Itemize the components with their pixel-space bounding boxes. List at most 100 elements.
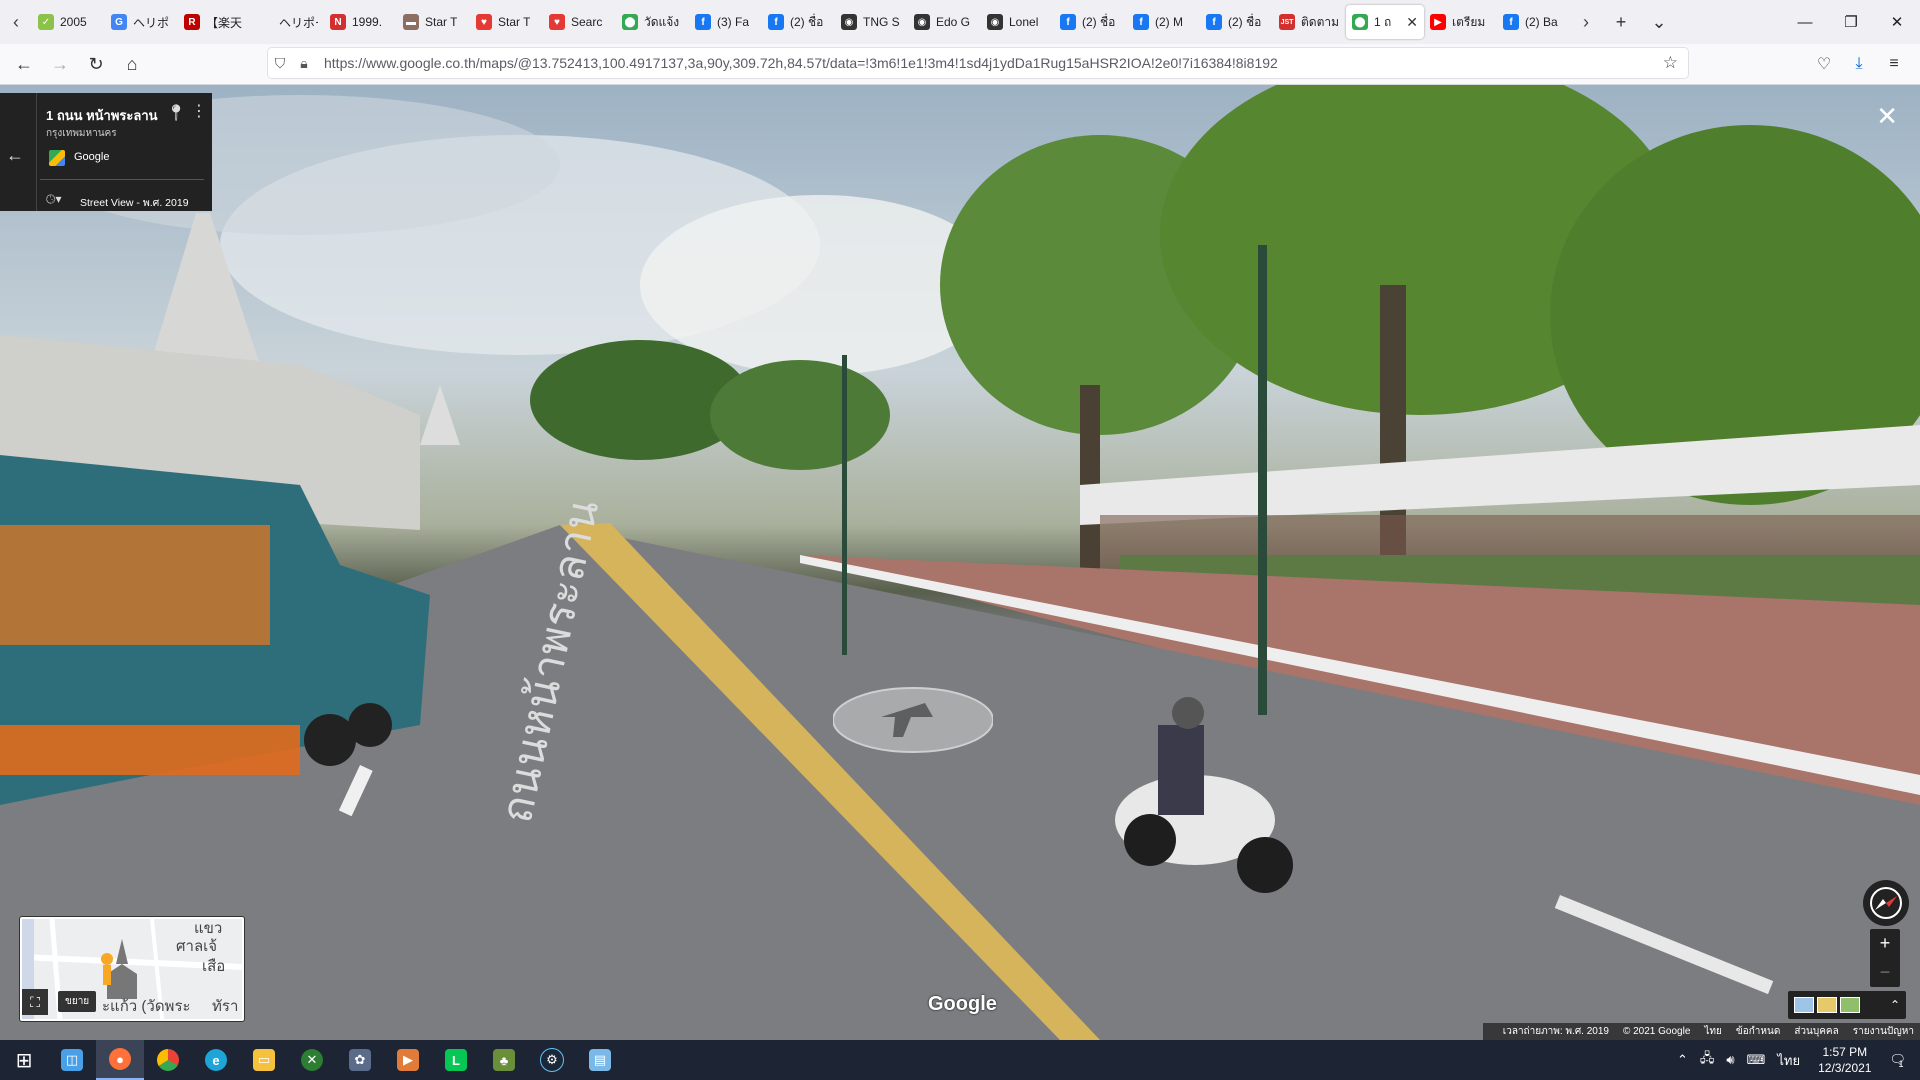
taskbar-app-notes[interactable]: ▤ <box>576 1040 624 1080</box>
time-history-icon[interactable]: 🕓︎▾ <box>46 192 62 207</box>
layer-thumbnail[interactable] <box>1817 997 1837 1013</box>
back-button[interactable]: ← <box>6 48 42 80</box>
tracking-shield-icon[interactable]: ⛉ <box>268 55 292 72</box>
browser-tab[interactable]: f (3) Fa <box>689 5 762 39</box>
restore-icon: ❐ <box>1844 14 1858 31</box>
list-all-tabs-button[interactable]: ⌄ <box>1640 0 1678 44</box>
forward-button[interactable]: → <box>42 48 78 80</box>
street-view-panorama[interactable]: ถนนหน้าพระลาน ← 1 ถนน หน้าพระลาน กรุงเทพ… <box>0 85 1920 1040</box>
privacy-link[interactable]: ส่วนบุคคล <box>1794 1024 1838 1039</box>
more-options-icon[interactable]: ⋮ <box>191 101 207 121</box>
restore-window-button[interactable]: ❐ <box>1828 0 1874 44</box>
tab-scroll-left-button[interactable]: ‹ <box>0 0 32 44</box>
browser-tab[interactable]: JST ติดตาม <box>1273 5 1346 39</box>
browser-tab[interactable]: ◉ Edo G <box>908 5 981 39</box>
tab-title: ヘリポー <box>279 15 318 30</box>
browser-tab[interactable]: ▬ Star T <box>397 5 470 39</box>
input-language[interactable]: ไทย <box>1777 1050 1800 1071</box>
taskbar-app-cortana[interactable]: ◫ <box>48 1040 96 1080</box>
url-text[interactable]: https://www.google.co.th/maps/@13.752413… <box>324 55 1278 71</box>
line-icon: L <box>445 1049 467 1071</box>
tab-title: Edo G <box>936 15 971 29</box>
taskbar-app-mahjong[interactable]: ✿ <box>336 1040 384 1080</box>
zoom-in-button[interactable]: + <box>1870 929 1900 958</box>
browser-tab[interactable]: f (2) ชื่อ <box>762 5 835 39</box>
app-menu-button[interactable]: ≡ <box>1878 48 1910 80</box>
overview-minimap[interactable]: แขว ศาลเจ้ เสือ ะแก้ว (วัดพระ ทัรา ⛶ ขยา… <box>20 917 244 1021</box>
minimize-window-button[interactable]: — <box>1782 0 1828 44</box>
browser-tab[interactable]: ▶ เตรียม <box>1424 5 1497 39</box>
map-pin-icon[interactable]: 📍︎ <box>166 103 186 123</box>
layers-switcher[interactable]: ⌃ <box>1788 991 1906 1019</box>
close-street-view-button[interactable]: ✕ <box>1876 101 1898 132</box>
tab-favicon-icon: ♥ <box>549 14 565 30</box>
browser-tab[interactable]: f (2) ชื่อ <box>1200 5 1273 39</box>
network-icon[interactable]: 🖧︎ <box>1700 1049 1715 1071</box>
taskbar-app-media[interactable]: ▶ <box>384 1040 432 1080</box>
keyboard-icon[interactable]: ⌨ <box>1747 1052 1766 1068</box>
browser-tab[interactable]: f (2) Ba <box>1497 5 1570 39</box>
browser-tab[interactable]: ◉ TNG S <box>835 5 908 39</box>
taskbar-app-edge[interactable]: e <box>192 1040 240 1080</box>
tab-list: ✓ 2005 G ヘリポ R 【楽天 ヘリポー N 1999. ▬ Star T ♥ Star T ♥ Se… <box>32 0 1570 44</box>
close-tab-icon[interactable]: ✕ <box>1406 14 1418 31</box>
compass-button[interactable] <box>1863 880 1909 926</box>
reload-button[interactable]: ↻ <box>78 48 114 80</box>
edge-icon: e <box>205 1049 227 1071</box>
browser-tab[interactable]: ◉ Lonel <box>981 5 1054 39</box>
plus-icon: + <box>1879 933 1891 953</box>
minimize-icon: — <box>1797 13 1813 31</box>
browser-tab[interactable]: N 1999. <box>324 5 397 39</box>
reload-icon: ↻ <box>88 53 104 74</box>
taskbar-app-steam[interactable]: ⚙ <box>528 1040 576 1080</box>
browser-tab[interactable]: ヘリポー <box>251 5 324 39</box>
language-link[interactable]: ไทย <box>1704 1024 1721 1039</box>
taskbar-app-explorer[interactable]: ▭ <box>240 1040 288 1080</box>
chevron-up-icon[interactable]: ⌃ <box>1890 998 1900 1012</box>
downloads-button[interactable]: ⤓ <box>1843 48 1875 80</box>
navigation-arrow[interactable] <box>833 687 993 753</box>
back-to-map-icon[interactable]: ← <box>6 145 24 166</box>
taskbar-app-xbox[interactable]: ✕ <box>288 1040 336 1080</box>
url-bar[interactable]: ⛉ 🔒︎ https://www.google.co.th/maps/@13.7… <box>268 48 1688 78</box>
tab-scroll-right-button[interactable]: › <box>1570 0 1602 44</box>
browser-tab[interactable]: ♥ Star T <box>470 5 543 39</box>
zoom-out-button[interactable]: − <box>1870 958 1900 987</box>
browser-tab[interactable]: ⬤ 1 ถ ✕ <box>1346 5 1424 39</box>
tab-title: (2) Ba <box>1525 15 1558 29</box>
terms-link[interactable]: ข้อกำหนด <box>1736 1024 1780 1039</box>
taskbar-app-chrome[interactable] <box>144 1040 192 1080</box>
imagery-provider[interactable]: Google <box>74 151 109 163</box>
new-tab-button[interactable]: + <box>1602 0 1640 44</box>
show-hidden-icons-button[interactable]: ⌃ <box>1677 1052 1688 1068</box>
notification-center-button[interactable]: 🗨︎ 1 <box>1889 1052 1906 1069</box>
close-window-button[interactable]: ✕ <box>1874 0 1920 44</box>
layer-thumbnail[interactable] <box>1794 997 1814 1013</box>
browser-tab[interactable]: ♥ Searc <box>543 5 616 39</box>
chrome-icon <box>157 1049 179 1071</box>
lock-icon[interactable]: 🔒︎ <box>292 55 316 72</box>
start-button[interactable]: ⊞ <box>0 1040 48 1080</box>
browser-tab[interactable]: G ヘリポ <box>105 5 178 39</box>
taskbar-app-firefox[interactable]: ● <box>96 1040 144 1080</box>
browser-tab[interactable]: ✓ 2005 <box>32 5 105 39</box>
close-icon: ✕ <box>1890 14 1904 31</box>
report-problem-link[interactable]: รายงานปัญหา <box>1853 1024 1914 1039</box>
compass-icon <box>1870 887 1902 919</box>
browser-tab[interactable]: R 【楽天 <box>178 5 251 39</box>
browser-tab[interactable]: f (2) ชื่อ <box>1054 5 1127 39</box>
capture-date: เวลาถ่ายภาพ: พ.ศ. 2019 <box>1502 1026 1609 1037</box>
expand-minimap-button[interactable]: ⛶ <box>22 989 48 1015</box>
browser-tab[interactable]: f (2) M <box>1127 5 1200 39</box>
pocket-button[interactable]: ♡ <box>1808 48 1840 80</box>
bookmark-star-icon[interactable]: ☆ <box>1663 53 1678 73</box>
volume-icon[interactable]: 🔊︎ <box>1726 1052 1734 1068</box>
taskbar-app-game[interactable]: ♣ <box>480 1040 528 1080</box>
tab-favicon-icon: JST <box>1279 14 1295 30</box>
layer-thumbnail[interactable] <box>1840 997 1860 1013</box>
clock[interactable]: 1:57 PM 12/3/2021 <box>1818 1044 1871 1076</box>
browser-tab[interactable]: ⬤ วัดแจ้ง <box>616 5 689 39</box>
tab-title: เตรียม <box>1452 14 1486 29</box>
home-button[interactable]: ⌂ <box>114 48 150 80</box>
taskbar-app-line[interactable]: L <box>432 1040 480 1080</box>
